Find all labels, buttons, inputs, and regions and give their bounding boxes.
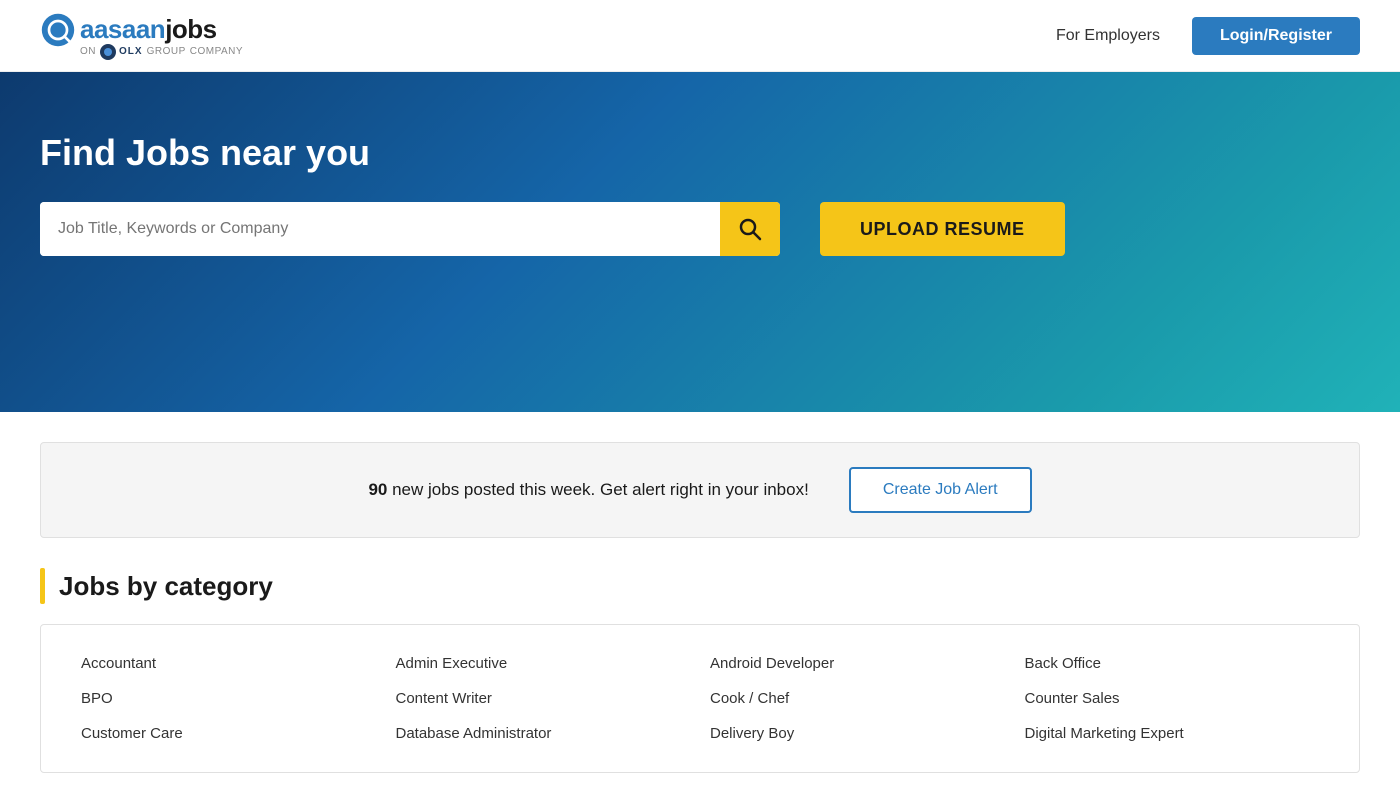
header: aasaanjobs on OLX GROUP COMPANY For Empl… xyxy=(0,0,1400,72)
create-alert-button[interactable]: Create Job Alert xyxy=(849,467,1032,513)
hero-title: Find Jobs near you xyxy=(40,132,1360,174)
category-link[interactable]: Customer Care xyxy=(81,725,376,742)
search-row: UPLOAD RESUME xyxy=(40,202,1360,256)
olx-badge-icon xyxy=(100,44,116,60)
category-link[interactable]: Database Administrator xyxy=(396,725,691,742)
logo-main: aasaanjobs xyxy=(40,12,217,48)
category-grid: Accountant Admin Executive Android Develop… xyxy=(81,655,1319,742)
category-link[interactable]: Content Writer xyxy=(396,690,691,707)
hero-section: Find Jobs near you UPLOAD RESUME xyxy=(0,72,1400,412)
category-section: Jobs by category Accountant Admin Executi… xyxy=(40,568,1360,773)
upload-resume-button[interactable]: UPLOAD RESUME xyxy=(820,202,1065,256)
category-link[interactable]: Digital Marketing Expert xyxy=(1025,725,1320,742)
category-link[interactable]: Android Developer xyxy=(710,655,1005,672)
category-accent-bar xyxy=(40,568,45,604)
search-box xyxy=(40,202,780,256)
search-input[interactable] xyxy=(40,202,720,256)
search-icon xyxy=(738,217,762,241)
logo-icon xyxy=(40,12,76,48)
category-link[interactable]: Back Office xyxy=(1025,655,1320,672)
logo-text: aasaanjobs xyxy=(80,14,217,45)
jobs-count: 90 xyxy=(368,480,387,499)
alert-banner: 90 new jobs posted this week. Get alert … xyxy=(40,442,1360,538)
category-link[interactable]: Admin Executive xyxy=(396,655,691,672)
category-link[interactable]: Cook / Chef xyxy=(710,690,1005,707)
olx-badge: OLX xyxy=(100,44,143,60)
alert-text: 90 new jobs posted this week. Get alert … xyxy=(368,480,808,500)
for-employers-link[interactable]: For Employers xyxy=(1056,27,1160,45)
header-right: For Employers Login/Register xyxy=(1056,17,1360,55)
alert-message: new jobs posted this week. Get alert rig… xyxy=(392,480,809,499)
category-link[interactable]: BPO xyxy=(81,690,376,707)
category-section-title: Jobs by category xyxy=(59,571,273,602)
category-title-row: Jobs by category xyxy=(40,568,1360,604)
logo-sub: on OLX GROUP COMPANY xyxy=(80,44,243,60)
category-grid-box: Accountant Admin Executive Android Develop… xyxy=(40,624,1360,773)
category-link[interactable]: Counter Sales xyxy=(1025,690,1320,707)
logo-area: aasaanjobs on OLX GROUP COMPANY xyxy=(40,12,243,60)
login-register-button[interactable]: Login/Register xyxy=(1192,17,1360,55)
category-link[interactable]: Accountant xyxy=(81,655,376,672)
search-button[interactable] xyxy=(720,202,780,256)
category-link[interactable]: Delivery Boy xyxy=(710,725,1005,742)
